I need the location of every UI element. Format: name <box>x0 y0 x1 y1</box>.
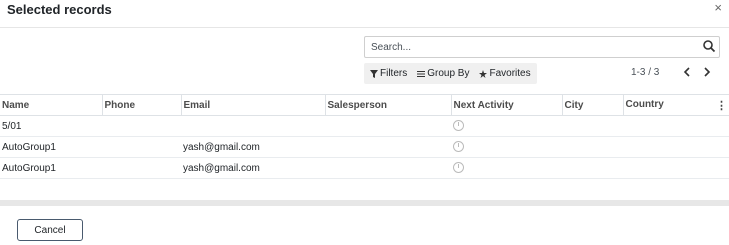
cell-email: yash@gmail.com <box>181 157 325 179</box>
cell-name: AutoGroup1 <box>0 136 102 158</box>
column-header-email[interactable]: Email <box>181 94 326 116</box>
cell-city <box>562 157 623 179</box>
cell-country <box>623 157 729 179</box>
pager-value[interactable]: 1-3 / 3 <box>631 67 659 78</box>
column-header-country[interactable]: Country ⋮ <box>623 94 729 116</box>
cell-country <box>623 115 729 137</box>
column-header-salesperson[interactable]: Salesperson <box>325 94 452 116</box>
cell-country <box>623 136 729 158</box>
cell-city <box>562 136 623 158</box>
dialog-title: Selected records <box>7 2 112 17</box>
cell-salesperson <box>325 136 451 158</box>
cell-name: AutoGroup1 <box>0 157 102 179</box>
search-icon[interactable] <box>702 39 716 53</box>
table-row[interactable]: AutoGroup1 yash@gmail.com <box>0 136 729 158</box>
cell-email <box>181 115 325 137</box>
table-header-row: Name Phone Email Salesperson Next Activi… <box>0 94 729 116</box>
cell-phone <box>102 136 181 158</box>
cell-next-activity <box>451 115 562 137</box>
cell-email: yash@gmail.com <box>181 136 325 158</box>
cell-phone <box>102 157 181 179</box>
dialog-header: Selected records × <box>0 0 729 28</box>
column-options-icon[interactable]: ⋮ <box>716 99 727 112</box>
chevron-left-icon[interactable] <box>681 66 693 78</box>
chevron-right-icon[interactable] <box>701 66 713 78</box>
cell-phone <box>102 115 181 137</box>
table-row[interactable]: AutoGroup1 yash@gmail.com <box>0 157 729 179</box>
close-icon[interactable]: × <box>714 0 722 16</box>
cell-name: 5/01 <box>0 115 102 137</box>
clock-icon[interactable] <box>453 141 464 152</box>
column-header-next-activity[interactable]: Next Activity <box>451 94 563 116</box>
cell-next-activity <box>451 136 562 158</box>
clock-icon[interactable] <box>453 162 464 173</box>
list-icon <box>417 70 426 77</box>
column-header-phone[interactable]: Phone <box>102 94 182 116</box>
filters-button[interactable]: Filters <box>370 68 407 79</box>
records-table: Name Phone Email Salesperson Next Activi… <box>0 94 729 179</box>
search-panel-buttons: Filters Group By Favorites <box>364 63 537 84</box>
favorites-button[interactable]: Favorites <box>479 68 531 79</box>
favorites-label: Favorites <box>489 68 531 79</box>
search-box <box>364 36 720 58</box>
cell-city <box>562 115 623 137</box>
column-header-city[interactable]: City <box>562 94 624 116</box>
cell-salesperson <box>325 115 451 137</box>
table-row[interactable]: 5/01 <box>0 115 729 137</box>
group-by-button[interactable]: Group By <box>417 68 469 79</box>
star-icon <box>479 69 488 78</box>
cancel-button[interactable]: Cancel <box>17 219 83 241</box>
column-header-country-label: Country <box>625 98 664 110</box>
funnel-icon <box>370 69 378 78</box>
search-input[interactable] <box>369 39 693 56</box>
group-by-label: Group By <box>427 68 470 79</box>
cell-next-activity <box>451 157 562 179</box>
column-header-name[interactable]: Name <box>0 94 103 116</box>
clock-icon[interactable] <box>453 120 464 131</box>
footer-divider <box>0 200 729 206</box>
filters-label: Filters <box>380 68 408 79</box>
cell-salesperson <box>325 157 451 179</box>
